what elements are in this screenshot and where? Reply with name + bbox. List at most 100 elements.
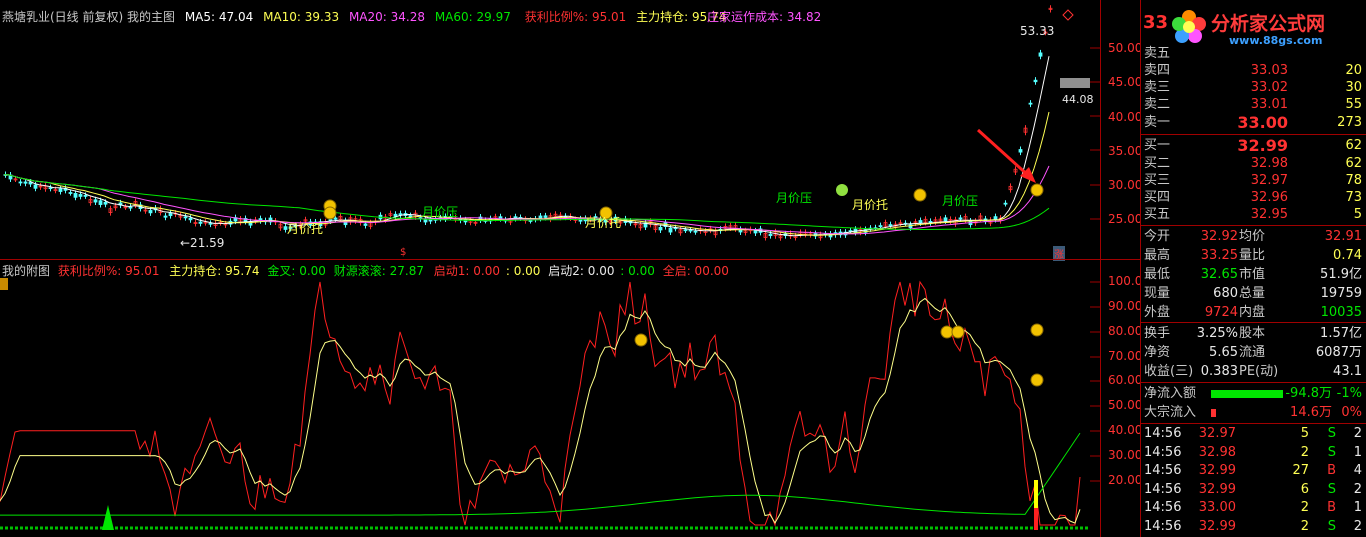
bid-price: 32.97 bbox=[1250, 173, 1288, 188]
tick-price: 32.99 bbox=[1198, 463, 1236, 478]
ma60-value: MA60: 29.97 bbox=[434, 10, 511, 24]
profit-ratio-line bbox=[0, 280, 1081, 527]
divider bbox=[1141, 225, 1366, 226]
candle-body bbox=[363, 223, 368, 226]
divider bbox=[1141, 134, 1366, 135]
outer-label: 外盘 bbox=[1144, 305, 1171, 320]
stats-row: 换手 3.25% 股本 1.57亿 bbox=[1141, 324, 1366, 343]
ma-line bbox=[3, 174, 1050, 230]
main-legend: 燕塘乳业(日线 前复权) 我的主图 MA5: 47.04 MA10: 39.33… bbox=[2, 8, 726, 25]
bid-row: 买四 32.96 73 bbox=[1141, 189, 1366, 206]
y-tick: 20.00 bbox=[1108, 473, 1143, 487]
candle-body bbox=[683, 229, 688, 232]
tick-count: 2 bbox=[1353, 426, 1362, 441]
candle-body bbox=[658, 226, 663, 231]
ask-row: 卖五 bbox=[1141, 45, 1366, 62]
signal-bar bbox=[1034, 508, 1038, 530]
tick-row: 14:56 32.99 2 S 2 bbox=[1141, 518, 1366, 535]
candle-body bbox=[73, 193, 78, 198]
candle-body bbox=[183, 216, 188, 219]
chart-title: 燕塘乳业(日线 前复权) 我的主图 bbox=[2, 10, 175, 24]
current-volume-value: 680 bbox=[1213, 286, 1238, 301]
apple-icon bbox=[836, 184, 848, 196]
tick-count: 2 bbox=[1353, 518, 1362, 534]
candle-body bbox=[93, 199, 98, 203]
low-price-label: ←21.59 bbox=[180, 236, 225, 250]
high-label: 最高 bbox=[1144, 248, 1171, 263]
turnover-label: 换手 bbox=[1144, 326, 1171, 341]
gold-ingot-icon bbox=[940, 325, 954, 339]
tick-price: 32.98 bbox=[1198, 444, 1236, 460]
share-capital-value: 1.57亿 bbox=[1320, 326, 1362, 341]
y-tick: 45.00 bbox=[1108, 75, 1143, 89]
sub-main-holding: 主力持仓: 95.74 bbox=[169, 264, 260, 278]
tick-time: 14:56 bbox=[1144, 481, 1182, 497]
ask-volume: 20 bbox=[1345, 63, 1362, 78]
tick-row: 14:56 32.99 27 B 4 bbox=[1141, 462, 1366, 479]
divider bbox=[1141, 423, 1366, 424]
open-value: 32.92 bbox=[1200, 229, 1238, 244]
indicator-chart[interactable] bbox=[0, 260, 1100, 537]
sub-y-axis: 100.00 90.00 80.00 70.00 60.00 50.00 40.… bbox=[1100, 260, 1150, 537]
tick-price: 32.99 bbox=[1198, 481, 1236, 497]
bid-volume: 78 bbox=[1345, 173, 1362, 188]
ask-volume: 273 bbox=[1337, 115, 1362, 130]
y-tick: 50.00 bbox=[1108, 398, 1143, 412]
candle-body bbox=[693, 230, 698, 233]
bid-price: 32.95 bbox=[1250, 207, 1288, 222]
ma-line bbox=[3, 165, 1050, 235]
pe-value: 43.1 bbox=[1333, 364, 1362, 379]
logo: 分析家公式网 www.88gs.com bbox=[1171, 3, 1361, 51]
block-inflow-value: 14.6万 bbox=[1290, 405, 1332, 420]
sub-chart-area[interactable]: 我的附图 获利比例%: 95.01 主力持仓: 95.74 金叉: 0.00 财… bbox=[0, 260, 1100, 537]
ma5-value: MA5: 47.04 bbox=[184, 10, 254, 24]
annotation-label: 月价压 bbox=[422, 205, 459, 219]
tick-count: 1 bbox=[1353, 444, 1362, 460]
dollar-mark: $ bbox=[400, 247, 407, 258]
avg-value: 32.91 bbox=[1324, 229, 1362, 244]
candle-body bbox=[68, 192, 73, 194]
market-value: 51.9亿 bbox=[1320, 267, 1362, 282]
diamond-icon bbox=[1062, 9, 1074, 21]
candle-body bbox=[208, 222, 213, 225]
golden-cross-value: 金叉: 0.00 bbox=[267, 264, 326, 278]
main-price-chart[interactable] bbox=[0, 0, 1100, 260]
low-label: 最低 bbox=[1144, 267, 1171, 282]
candle-body bbox=[78, 194, 83, 197]
tick-volume: 27 bbox=[1292, 463, 1309, 478]
candle-body bbox=[198, 221, 203, 224]
net-inflow-value: -94.8万 bbox=[1285, 386, 1332, 401]
tick-time: 14:56 bbox=[1144, 463, 1182, 478]
sub-legend: 我的附图 获利比例%: 95.01 主力持仓: 95.74 金叉: 0.00 财… bbox=[2, 262, 729, 279]
bid-volume: 5 bbox=[1353, 207, 1362, 222]
divider bbox=[1141, 382, 1366, 383]
signal-bar bbox=[1034, 480, 1038, 508]
gold-ingot-icon bbox=[1030, 373, 1044, 387]
inner-label: 内盘 bbox=[1239, 305, 1266, 320]
stats-row: 净资 5.65 流通 6087万 bbox=[1141, 343, 1366, 362]
net-inflow-row: 净流入额 -94.8万 -1% bbox=[1141, 384, 1366, 403]
annotation-label: 月价托 bbox=[585, 216, 622, 230]
tick-time: 14:56 bbox=[1144, 444, 1182, 460]
ma-line bbox=[3, 111, 1050, 236]
start2-value: 启动2: 0.00 bbox=[548, 264, 615, 278]
bid-label: 买三 bbox=[1144, 173, 1171, 188]
open-label: 今开 bbox=[1144, 229, 1171, 244]
tick-time: 14:56 bbox=[1144, 500, 1182, 515]
money-bag-icon bbox=[323, 206, 337, 220]
bid-row: 买三 32.97 78 bbox=[1141, 172, 1366, 189]
main-chart-area[interactable]: 燕塘乳业(日线 前复权) 我的主图 MA5: 47.04 MA10: 39.33… bbox=[0, 0, 1100, 261]
y-tick: 35.00 bbox=[1108, 144, 1143, 158]
bid-label: 买五 bbox=[1144, 207, 1171, 222]
tick-time: 14:56 bbox=[1144, 426, 1182, 441]
bid-label: 买一 bbox=[1144, 138, 1171, 153]
scroll-handle[interactable] bbox=[0, 278, 8, 290]
candle-body bbox=[1003, 202, 1008, 205]
ask-row: 卖三 33.02 30 bbox=[1141, 79, 1366, 96]
volume-ratio-label: 量比 bbox=[1239, 248, 1266, 263]
signal-spike bbox=[102, 505, 114, 530]
outer-value: 9724 bbox=[1204, 305, 1238, 320]
candle-body bbox=[528, 220, 533, 222]
tick-volume: 2 bbox=[1300, 444, 1309, 460]
tick-count: 2 bbox=[1353, 481, 1362, 497]
